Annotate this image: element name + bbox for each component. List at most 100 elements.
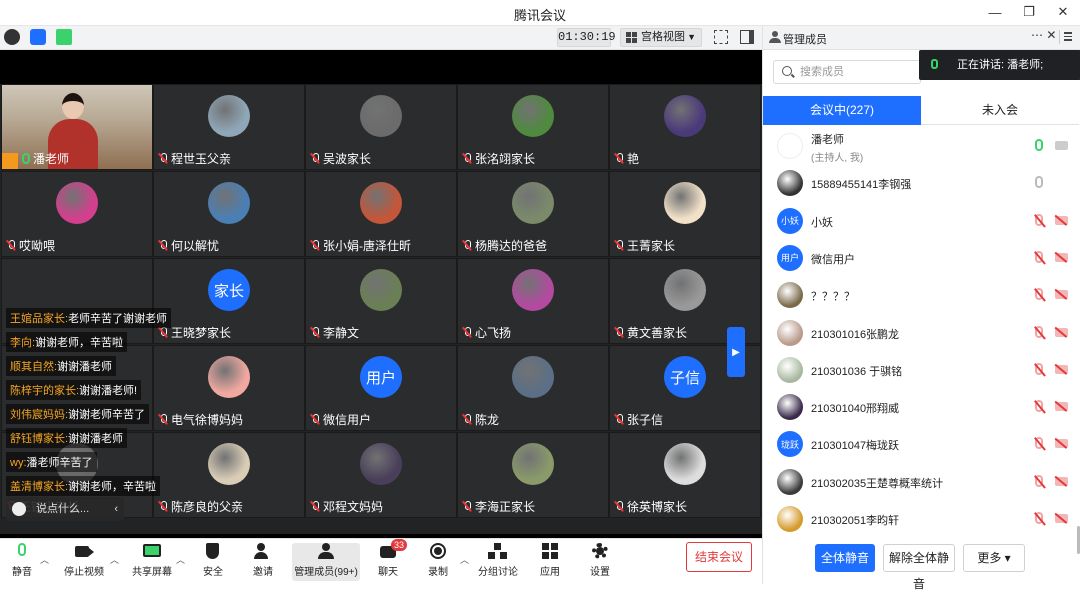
video-tile[interactable]: 用户 微信用户 (305, 345, 457, 431)
camera-off-icon[interactable] (1055, 514, 1068, 523)
signal-icon[interactable] (56, 29, 72, 45)
more-button[interactable]: 更多 ▾ (963, 544, 1025, 572)
microphone-muted-icon[interactable] (1035, 213, 1043, 226)
video-tile[interactable]: 张洺翊家长 (457, 84, 609, 170)
record-button[interactable]: 录制 (424, 543, 452, 578)
camera-off-icon[interactable] (1055, 252, 1068, 262)
manage-members-button[interactable]: 管理成员(99+) (292, 543, 360, 581)
chat-input[interactable]: 说点什么... ‹ (6, 497, 124, 521)
info-icon[interactable] (4, 29, 20, 45)
video-tile[interactable]: 电气徐博妈妈 (153, 345, 305, 431)
tab-not-joined[interactable]: 未入会 (921, 96, 1079, 125)
camera-off-icon[interactable] (1055, 476, 1068, 486)
chevron-up-icon[interactable]: ︿ (460, 553, 469, 566)
fullscreen-icon[interactable] (714, 30, 728, 44)
video-tile[interactable]: 哎呦喂 (1, 171, 153, 257)
video-tile[interactable]: 家长 王晓梦家长 (153, 258, 305, 344)
video-tile[interactable]: 杨腾达的爸爸 (457, 171, 609, 257)
member-row[interactable]: 潘老师 (主持人, 我) (763, 127, 1080, 164)
chat-sender: 顺其自然: (10, 361, 58, 373)
camera-off-icon[interactable] (1055, 290, 1068, 300)
security-button[interactable]: 安全 (198, 543, 228, 578)
video-tile[interactable]: 艳 (609, 84, 761, 170)
share-screen-button[interactable]: 共享屏幕 (132, 543, 172, 578)
participant-name-label: 哎呦喂 (19, 239, 56, 253)
video-tile[interactable]: 陈彦良的父亲 (153, 432, 305, 518)
tab-in-meeting[interactable]: 会议中(227) (763, 96, 921, 125)
menu-icon[interactable] (1059, 30, 1075, 44)
close-icon[interactable]: ✕ (1054, 3, 1072, 21)
chevron-left-icon[interactable]: ‹ (114, 497, 118, 521)
camera-off-icon[interactable] (1055, 364, 1068, 374)
microphone-muted-icon[interactable] (1035, 400, 1043, 413)
member-name: 210301036 于骐铭 (811, 365, 903, 378)
avatar (512, 182, 554, 224)
microphone-icon[interactable] (1035, 176, 1043, 189)
unmute-all-button[interactable]: 解除全体静音 (883, 544, 955, 591)
member-row[interactable]: ？？？？ (763, 276, 1080, 313)
chevron-up-icon[interactable]: ︿ (110, 553, 119, 566)
minimize-icon[interactable]: — (986, 3, 1004, 21)
more-options-icon[interactable]: ⋯ ✕ (1031, 28, 1056, 42)
emoji-icon[interactable] (12, 502, 26, 516)
camera-off-icon[interactable] (1055, 215, 1068, 225)
microphone-muted-icon[interactable] (1035, 250, 1043, 263)
grid-view-button[interactable]: 宫格视图 ▼ (620, 28, 702, 47)
member-row[interactable]: 210302051李昀轩 (763, 500, 1080, 535)
microphone-icon[interactable] (1035, 139, 1043, 151)
video-tile[interactable]: 吴波家长 (305, 84, 457, 170)
sidebar-toggle-icon[interactable] (740, 30, 754, 44)
mute-all-button[interactable]: 全体静音 (815, 544, 875, 572)
member-row[interactable]: 15889455141李钢强 (763, 164, 1080, 201)
video-tile[interactable]: 何以解忧 (153, 171, 305, 257)
video-tile[interactable]: 程世玉父亲 (153, 84, 305, 170)
chat-sender: 陈梓宇的家长: (10, 385, 80, 397)
restore-icon[interactable]: ❐ (1020, 3, 1038, 21)
video-tile[interactable]: 李静文 (305, 258, 457, 344)
microphone-muted-icon[interactable] (1035, 474, 1043, 487)
chat-message-row: 舒钰博家长:谢谢潘老师 (6, 428, 156, 452)
video-tile[interactable]: 徐英博家长 (609, 432, 761, 518)
member-search-input[interactable]: 搜索成员 (773, 60, 921, 84)
camera-icon[interactable] (1055, 141, 1068, 150)
stop-video-button[interactable]: 停止视频 (62, 543, 106, 578)
settings-button[interactable]: 设置 (586, 543, 614, 578)
avatar (360, 269, 402, 311)
mute-label: 静音 (12, 567, 32, 578)
apps-button[interactable]: 应用 (536, 543, 564, 578)
video-tile[interactable]: 陈龙 (457, 345, 609, 431)
video-tile[interactable]: 张小娟-唐泽仕昕 (305, 171, 457, 257)
microphone-icon (22, 153, 30, 164)
member-row[interactable]: 用户 微信用户 (763, 239, 1080, 276)
camera-off-icon[interactable] (1055, 327, 1068, 337)
video-tile[interactable]: 心飞扬 (457, 258, 609, 344)
member-search-placeholder: 搜索成员 (800, 66, 844, 78)
video-tile[interactable]: 王菁家长 (609, 171, 761, 257)
next-page-button[interactable]: ▶ (727, 327, 745, 377)
member-row[interactable]: 210302035王楚尊概率统计 (763, 463, 1080, 500)
mute-button[interactable]: 静音 (8, 543, 36, 578)
camera-off-icon[interactable] (1055, 402, 1068, 412)
member-row[interactable]: 210301040邢翔威 (763, 388, 1080, 425)
chevron-up-icon[interactable]: ︿ (40, 553, 49, 566)
chat-message: 陈梓宇的家长:谢谢潘老师! (6, 380, 142, 400)
video-tile-host[interactable]: 潘老师 (1, 84, 153, 170)
member-row[interactable]: 210301016张鹏龙 (763, 314, 1080, 351)
invite-button[interactable]: 邀请 (248, 543, 278, 578)
breakout-button[interactable]: 分组讨论 (478, 543, 518, 578)
member-row[interactable]: 珑跃 210301047梅珑跃 (763, 425, 1080, 462)
member-row[interactable]: 小妖 小妖 (763, 202, 1080, 239)
video-tile[interactable]: 邓程文妈妈 (305, 432, 457, 518)
microphone-muted-icon[interactable] (1035, 325, 1043, 338)
end-meeting-button[interactable]: 结束会议 (686, 542, 752, 572)
microphone-muted-icon[interactable] (1035, 288, 1043, 301)
chat-button[interactable]: 33 聊天 (374, 539, 408, 578)
microphone-muted-icon[interactable] (1035, 437, 1043, 450)
camera-off-icon[interactable] (1055, 439, 1068, 449)
video-tile[interactable]: 李海正家长 (457, 432, 609, 518)
microphone-muted-icon[interactable] (1035, 512, 1043, 524)
chevron-up-icon[interactable]: ︿ (176, 553, 185, 566)
microphone-muted-icon[interactable] (1035, 362, 1043, 375)
member-row[interactable]: 210301036 于骐铭 (763, 351, 1080, 388)
shield-icon[interactable] (30, 29, 46, 45)
